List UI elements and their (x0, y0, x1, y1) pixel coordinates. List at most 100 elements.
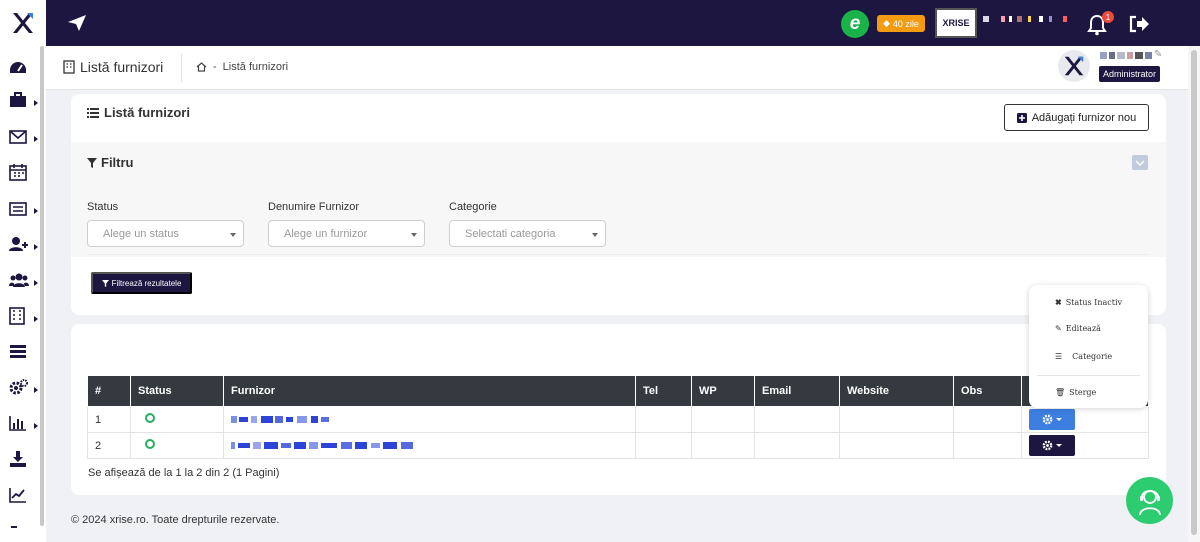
chevron-down-icon (1135, 159, 1145, 166)
download-icon (10, 451, 26, 467)
filter-icon (101, 279, 109, 287)
dropdown-item-label: Sterge (1069, 388, 1097, 397)
pagination-info: Se afișează de la 1 la 2 din 2 (1 Pagini… (88, 467, 280, 479)
sidebar-item-dashboard[interactable] (9, 57, 35, 79)
calendar-icon (9, 164, 27, 181)
support-chat-button[interactable] (1126, 477, 1173, 524)
column-header-index[interactable]: # (87, 375, 131, 407)
sidebar-item-servers[interactable] (9, 340, 35, 362)
select-arrow-icon (230, 233, 236, 237)
sidebar-item-reports[interactable] (9, 412, 35, 434)
e-logo-text: e (849, 13, 861, 34)
sidebar-item-mail[interactable] (9, 126, 35, 148)
sidebar-item-add-user[interactable] (9, 233, 35, 255)
dropdown-item-delete[interactable]: 🗑 Sterge (1055, 388, 1145, 397)
dropdown-item-category[interactable]: ☰ Categorie (1055, 352, 1145, 361)
logout-icon[interactable] (1128, 14, 1150, 34)
close-icon: ✖ (1055, 297, 1062, 307)
edit-icon: ✎ (1055, 324, 1062, 333)
list-card-icon (9, 202, 27, 216)
notification-badge: 1 (1102, 11, 1114, 23)
list-icon (87, 107, 99, 118)
sidebar-caret-icon (34, 244, 38, 250)
status-active-icon (145, 439, 155, 449)
xrise-logo-icon (13, 13, 33, 33)
sidebar-scrollbar[interactable] (40, 46, 44, 526)
avatar[interactable] (1058, 50, 1090, 82)
card-title: Listă furnizori (87, 105, 190, 120)
menu-toggle-icon[interactable] (66, 12, 88, 34)
category-select[interactable]: Selectati categoria (449, 220, 606, 247)
row-obs (953, 406, 1022, 433)
edit-profile-icon[interactable]: ✎ (1154, 49, 1162, 60)
user-plus-icon (9, 237, 28, 251)
sidebar-item-briefcase[interactable] (9, 89, 35, 111)
column-header-tel[interactable]: Tel (635, 375, 692, 407)
sidebar-caret-icon (34, 316, 38, 322)
brand-logo[interactable] (0, 0, 46, 46)
row-email (754, 406, 840, 433)
row-status (130, 432, 224, 459)
supplier-select[interactable]: Alege un furnizor (268, 220, 425, 247)
sidebar-item-calendar[interactable] (9, 161, 35, 183)
suppliers-card: Listă furnizori Adăugați furnizor nou Fi… (71, 94, 1166, 315)
envelope-icon (9, 130, 27, 144)
page-scrollbar-thumb[interactable] (1191, 50, 1197, 535)
top-navbar: e ◆ 40 zile XRISE 1 (0, 0, 1200, 46)
briefcase-icon (10, 92, 26, 107)
sidebar-item-users[interactable] (9, 269, 35, 291)
trial-days-text: 40 zile (892, 18, 919, 29)
row-wp (691, 406, 755, 433)
redacted-supplier-link[interactable] (231, 441, 416, 449)
sidebar-item-trends[interactable] (9, 484, 35, 506)
row-status (130, 406, 224, 433)
row-actions-dropdown: ✖ Status Inactiv ✎ Editează ☰ Categorie … (1029, 285, 1148, 408)
select-arrow-icon (592, 233, 598, 237)
column-header-email[interactable]: Email (754, 375, 840, 407)
add-supplier-button[interactable]: Adăugați furnizor nou (1004, 104, 1149, 131)
row-website (839, 432, 954, 459)
list-icon: ☰ (1055, 352, 1063, 361)
row-supplier (223, 432, 636, 459)
column-header-obs[interactable]: Obs (953, 375, 1022, 407)
column-header-supplier[interactable]: Furnizor (223, 375, 636, 407)
gear-icon (1042, 414, 1053, 425)
e-invoice-logo[interactable]: e (841, 10, 869, 38)
row-actions-button[interactable] (1029, 435, 1075, 456)
trial-days-badge[interactable]: ◆ 40 zile (877, 15, 925, 32)
dropdown-item-status-inactive[interactable]: ✖ Status Inactiv (1055, 297, 1145, 307)
apply-filter-button[interactable]: Filtrează rezultatele (91, 272, 192, 294)
diamond-icon: ◆ (883, 18, 890, 28)
sidebar-item-settings[interactable] (9, 376, 35, 398)
home-icon[interactable] (196, 62, 207, 72)
redacted-supplier-link[interactable] (231, 415, 331, 423)
page-title: Listă furnizori (63, 59, 163, 75)
collapse-filter-button[interactable] (1132, 155, 1148, 170)
breadcrumb-current: Listă furnizori (222, 61, 289, 73)
sidebar-item-more[interactable] (9, 516, 35, 538)
sidebar-item-download[interactable] (9, 448, 35, 470)
user-role-badge: Administrator (1099, 66, 1161, 82)
sidebar-caret-icon (34, 208, 38, 214)
dropdown-divider (1037, 375, 1140, 376)
dropdown-item-edit[interactable]: ✎ Editează (1055, 324, 1145, 333)
filter-icon (87, 157, 97, 168)
row-actions-button[interactable] (1029, 409, 1075, 430)
minus-icon (11, 526, 17, 528)
sidebar-item-building[interactable] (9, 305, 35, 327)
add-supplier-label: Adăugați furnizor nou (1031, 111, 1137, 124)
bar-chart-icon (9, 416, 26, 431)
column-header-website[interactable]: Website (839, 375, 954, 407)
status-select[interactable]: Alege un status (87, 220, 244, 247)
redacted-company-name (983, 16, 1067, 22)
category-select-placeholder: Selectati categoria (465, 227, 556, 240)
column-header-status[interactable]: Status (130, 375, 224, 407)
status-active-icon (145, 413, 155, 423)
company-logo[interactable]: XRISE (935, 8, 977, 38)
column-header-wp[interactable]: WP (691, 375, 755, 407)
row-actions (1021, 432, 1149, 459)
sidebar-item-list[interactable] (9, 198, 35, 220)
table-header-row: # Status Furnizor Tel WP Email Website O… (87, 375, 1149, 407)
dropdown-item-label: Categorie (1072, 352, 1113, 361)
sidebar-caret-icon (34, 387, 38, 393)
